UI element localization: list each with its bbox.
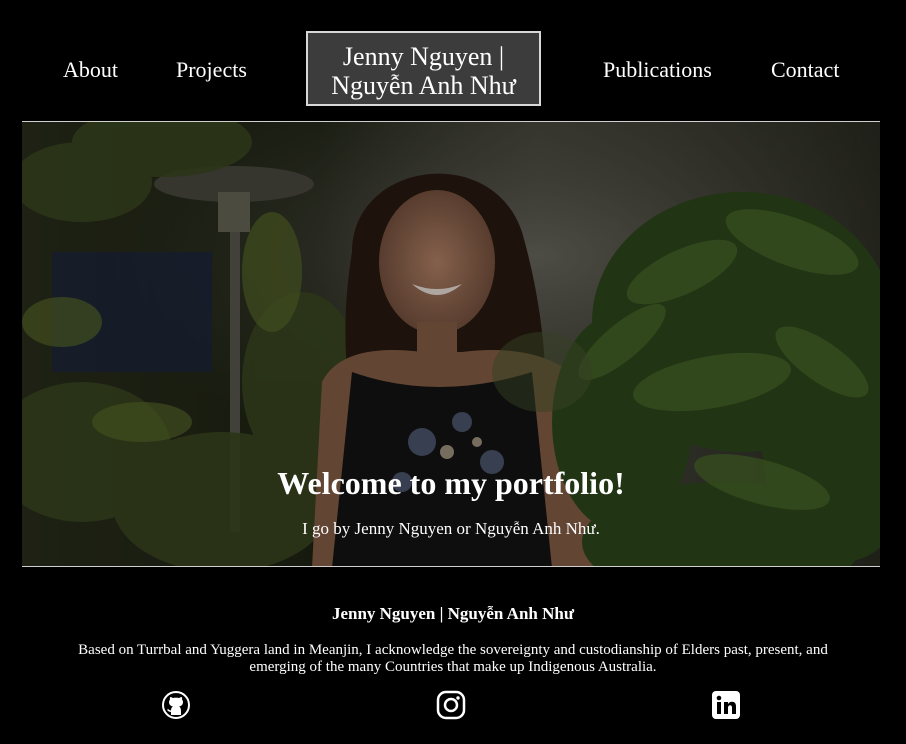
brand-name-line1: Jenny Nguyen |	[342, 42, 505, 71]
brand-name-line2: Nguyễn Anh Như	[331, 71, 516, 100]
acknowledgement-of-country: Based on Turrbal and Yuggera land in Mea…	[78, 642, 828, 675]
linkedin-icon[interactable]	[711, 690, 741, 720]
nav-projects-link[interactable]: Projects	[176, 54, 247, 86]
hero-banner: Welcome to my portfolio! I go by Jenny N…	[22, 121, 880, 567]
brand-home-button[interactable]: Jenny Nguyen | Nguyễn Anh Như	[306, 31, 541, 106]
nav-about-link[interactable]: About	[63, 54, 118, 86]
top-navigation: About Projects Jenny Nguyen | Nguyễn Anh…	[0, 0, 906, 122]
instagram-icon[interactable]	[436, 690, 466, 720]
nav-publications-link[interactable]: Publications	[603, 54, 712, 86]
hero-title: Welcome to my portfolio!	[277, 465, 625, 501]
hero-subtitle: I go by Jenny Nguyen or Nguyễn Anh Như.	[302, 519, 600, 538]
github-icon[interactable]	[161, 690, 191, 720]
nav-contact-link[interactable]: Contact	[771, 54, 839, 86]
portfolio-page: About Projects Jenny Nguyen | Nguyễn Anh…	[0, 0, 906, 744]
footer-name: Jenny Nguyen | Nguyễn Anh Như	[331, 604, 575, 623]
